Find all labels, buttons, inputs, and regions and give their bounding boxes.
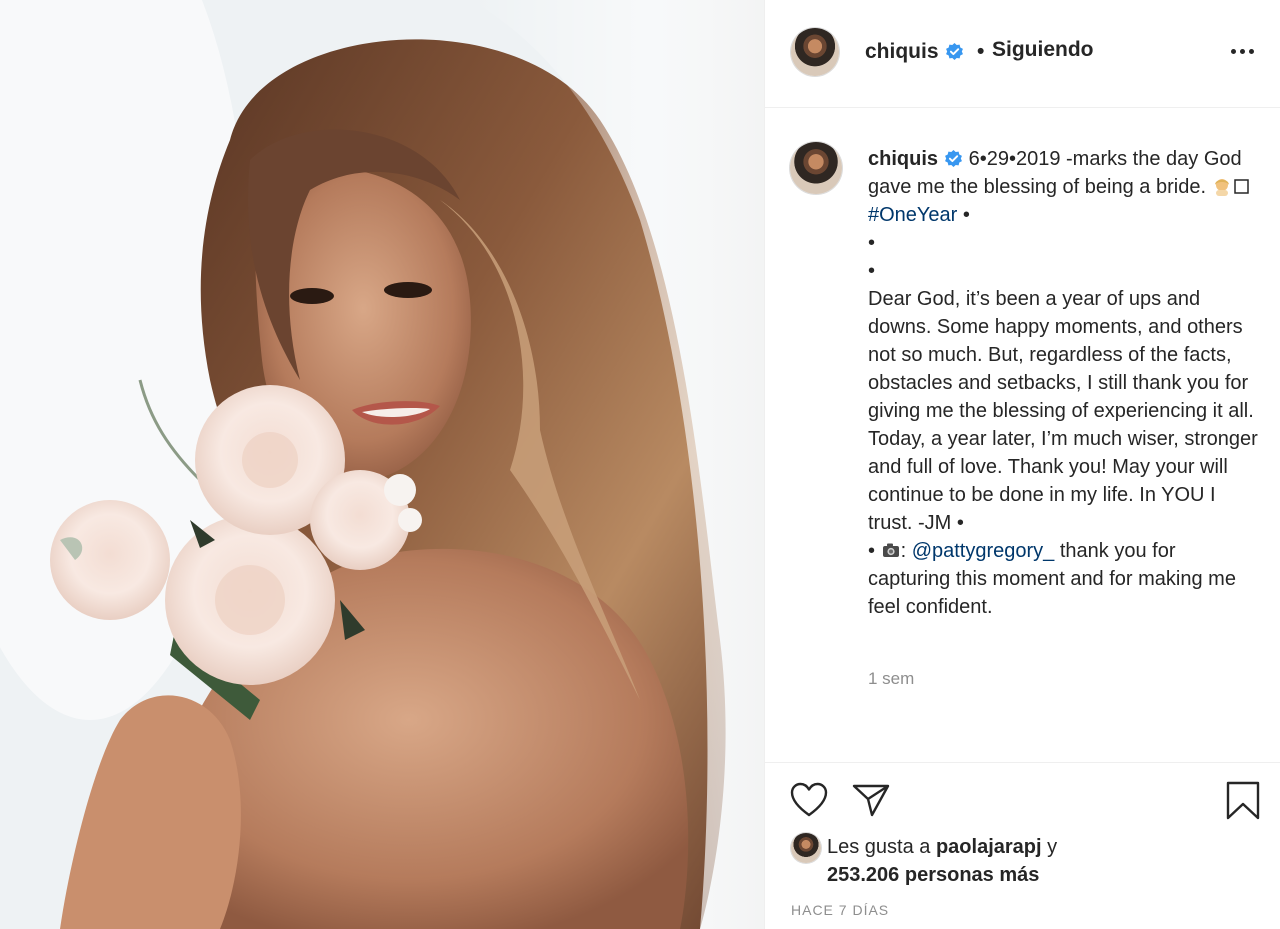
liker-username[interactable]: paolajarapj: [936, 836, 1042, 858]
likes-summary: Les gusta a paolajarapj y 253.206 persona…: [827, 833, 1247, 889]
verified-badge-icon: [945, 42, 963, 61]
bride-emoji-icon: [1214, 179, 1229, 196]
like-heart-icon[interactable]: [789, 781, 829, 819]
author-username-text[interactable]: chiquis: [865, 40, 939, 63]
more-options-icon[interactable]: [1231, 48, 1255, 56]
post-caption: chiquis 6•29•2019 -marks the day God gav…: [868, 145, 1258, 621]
likes-prefix: Les gusta a: [827, 836, 936, 858]
author-username[interactable]: chiquis: [865, 40, 964, 64]
likes-joiner: y: [1041, 836, 1058, 858]
following-button[interactable]: Siguiendo: [992, 38, 1094, 62]
hashtag-link[interactable]: #OneYear: [868, 204, 957, 226]
header-separator: •: [977, 40, 985, 63]
caption-timestamp[interactable]: 1 sem: [868, 669, 914, 689]
bride-photo-illustration: [0, 0, 764, 929]
likes-count-link[interactable]: 253.206 personas más: [827, 864, 1039, 886]
verified-badge-icon: [945, 149, 962, 168]
posted-time[interactable]: HACE 7 DÍAS: [791, 902, 889, 918]
liker-avatar[interactable]: [791, 833, 821, 863]
post-photo[interactable]: [0, 0, 764, 929]
caption-body-text: • • • Dear God, it’s been a year of ups …: [868, 204, 1258, 562]
post-actions: Les gusta a paolajarapj y 253.206 persona…: [765, 762, 1280, 929]
post-details-panel: chiquis • Siguiendo chiquis 6•29•2019 -m…: [764, 0, 1280, 929]
unknown-glyph-box-icon: [1233, 179, 1249, 194]
post-header: chiquis • Siguiendo: [765, 0, 1280, 108]
save-bookmark-icon[interactable]: [1225, 781, 1261, 821]
mention-link[interactable]: @pattygregory_: [912, 540, 1055, 562]
share-direct-icon[interactable]: [851, 782, 891, 818]
camera-suffix-text: :: [900, 540, 912, 562]
caption-author-avatar[interactable]: [790, 142, 842, 194]
caption-section: chiquis 6•29•2019 -marks the day God gav…: [765, 108, 1280, 762]
camera-icon: [882, 543, 899, 557]
caption-username[interactable]: chiquis: [868, 148, 938, 170]
author-avatar[interactable]: [791, 28, 839, 76]
